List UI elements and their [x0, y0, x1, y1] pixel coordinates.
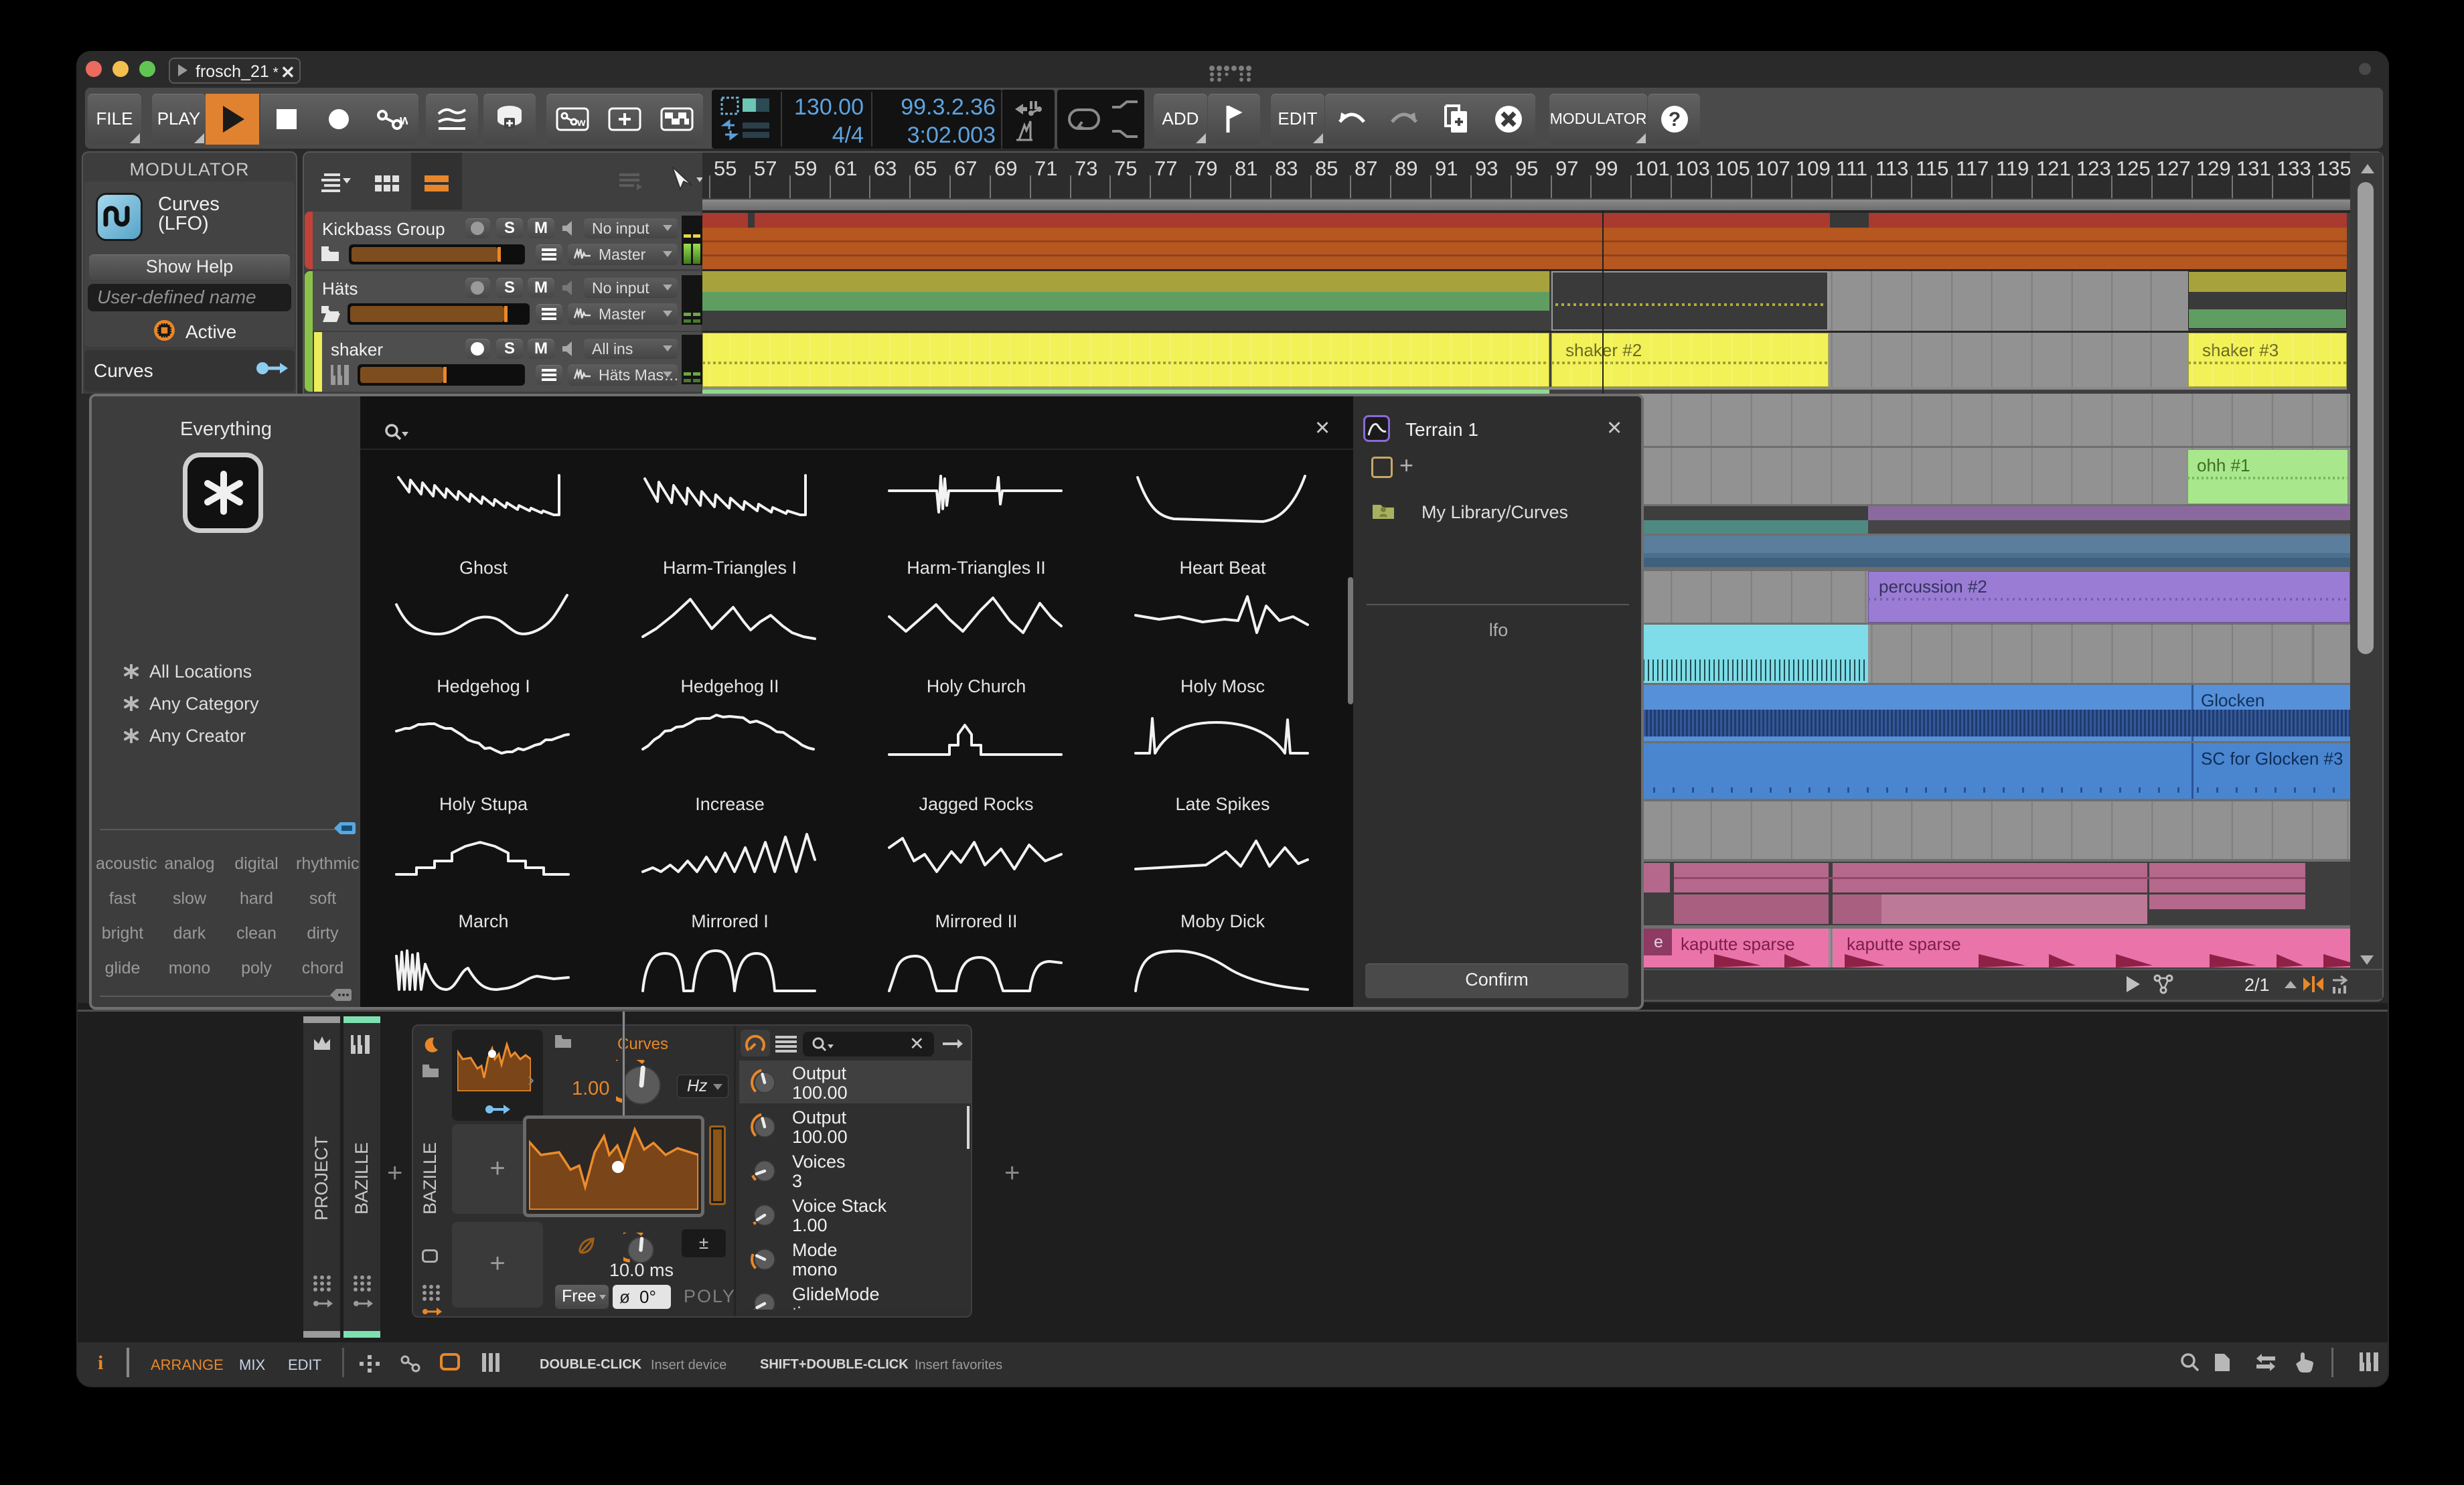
svg-text:w: w [576, 117, 586, 129]
svg-text:?: ? [1669, 108, 1681, 131]
svg-text:w: w [399, 113, 408, 128]
